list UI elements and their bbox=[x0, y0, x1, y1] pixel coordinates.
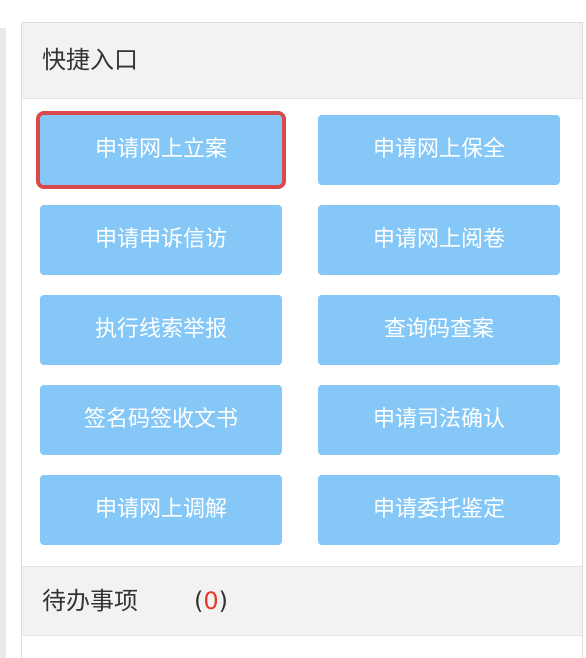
todo-title: 待办事项 bbox=[42, 587, 138, 615]
todo-count-open-paren: ( bbox=[194, 587, 204, 615]
apply-entrusted-appraisal-button[interactable]: 申请委托鉴定 bbox=[318, 475, 560, 545]
apply-online-filing-button[interactable]: 申请网上立案 bbox=[36, 111, 286, 189]
apply-online-mediation-button[interactable]: 申请网上调解 bbox=[40, 475, 282, 545]
todo-header: 待办事项 (0) bbox=[22, 566, 582, 636]
apply-judicial-confirmation-button[interactable]: 申请司法确认 bbox=[318, 385, 560, 455]
quick-entry-header: 快捷入口 bbox=[22, 23, 582, 99]
report-execution-clue-button[interactable]: 执行线索举报 bbox=[40, 295, 282, 365]
apply-online-file-review-button[interactable]: 申请网上阅卷 bbox=[318, 205, 560, 275]
quick-entry-title: 快捷入口 bbox=[42, 46, 138, 74]
quick-entry-panel: 快捷入口 申请网上立案 申请网上保全 申请申诉信访 申请网上阅卷 执行线索举报 … bbox=[21, 22, 583, 658]
left-divider bbox=[0, 28, 6, 658]
sign-document-by-code-button[interactable]: 签名码签收文书 bbox=[40, 385, 282, 455]
todo-count: (0) bbox=[194, 586, 228, 616]
page: 快捷入口 申请网上立案 申请网上保全 申请申诉信访 申请网上阅卷 执行线索举报 … bbox=[0, 0, 586, 658]
apply-petition-button[interactable]: 申请申诉信访 bbox=[40, 205, 282, 275]
apply-online-preservation-button[interactable]: 申请网上保全 bbox=[318, 115, 560, 185]
todo-count-number: 0 bbox=[203, 587, 219, 615]
query-case-by-code-button[interactable]: 查询码查案 bbox=[318, 295, 560, 365]
todo-count-close-paren: ) bbox=[218, 587, 229, 615]
